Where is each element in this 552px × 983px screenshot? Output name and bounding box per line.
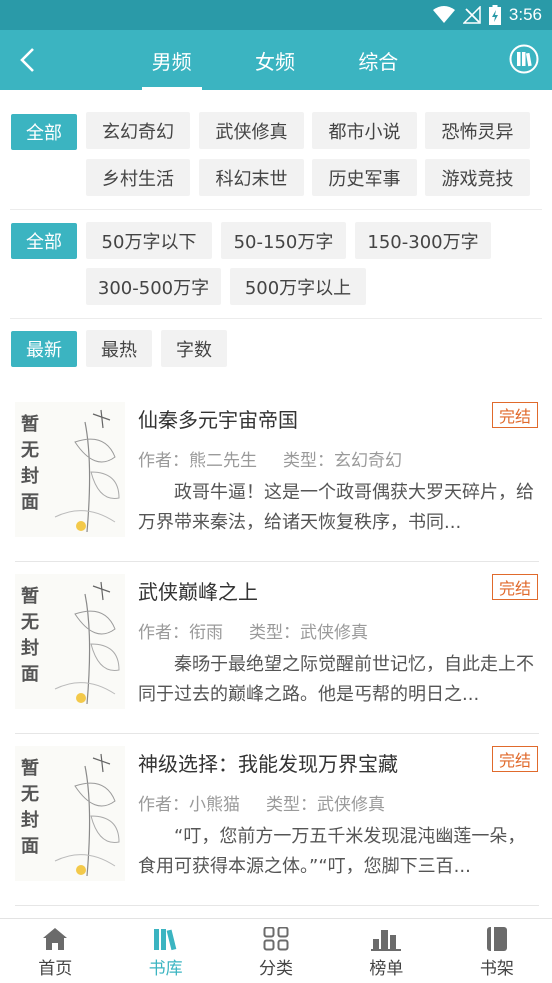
nav-label: 书架 [479,959,514,979]
sort-latest-tag[interactable]: 最新 [11,331,77,367]
sort-filter: 最新 最热 字数 [0,319,552,379]
book-title: 武侠巅峰之上 [138,580,258,604]
nav-home[interactable]: 首页 [0,919,110,983]
category-filter: 全部 玄幻奇幻 武侠修真 都市小说 恐怖灵异 乡村生活 科幻末世 历史军事 游戏… [0,90,552,208]
library-icon [153,929,176,951]
book-author: 作者：衔雨 [138,623,223,643]
category-tag[interactable]: 历史军事 [312,159,417,196]
book-cover: 暂无封面 [15,574,125,709]
book-genre: 类型：玄幻奇幻 [283,451,402,471]
category-tag[interactable]: 都市小说 [312,112,417,149]
book-title: 神级选择：我能发现万界宝藏 [138,752,398,776]
status-badge: 完结 [492,574,538,600]
sort-hottest-tag[interactable]: 最热 [86,330,152,367]
home-icon [43,928,68,950]
wifi-icon [432,6,455,23]
book-meta: 作者：小熊猫 类型：武侠修真 [138,790,385,815]
book-item[interactable]: 暂无封面 仙秦多元宇宙帝国 完结 作者：熊二先生 类型：玄幻奇幻 政哥牛逼！这是一… [0,390,552,562]
books-icon [509,44,539,74]
category-tag[interactable]: 科幻末世 [199,159,304,196]
lotus-illustration [54,581,120,705]
ranking-icon [371,930,402,951]
book-meta: 作者：衔雨 类型：武侠修真 [138,618,368,643]
category-tag[interactable]: 玄幻奇幻 [86,112,190,149]
category-all-tag[interactable]: 全部 [11,114,77,150]
word-count-filter: 全部 50万字以下 50-150万字 150-300万字 300-500万字 5… [0,210,552,318]
book-author: 作者：小熊猫 [138,795,240,815]
book-cover: 暂无封面 [15,746,125,881]
book-description: “叮，您前方一万五千米发现混沌幽莲一朵，食用可获得本源之体。”“叮，您脚下三百.… [138,826,526,877]
lotus-illustration [54,753,120,877]
nav-label: 榜单 [369,959,404,979]
nav-category[interactable]: 分类 [221,919,331,983]
back-button[interactable] [10,42,46,78]
book-meta: 作者：熊二先生 类型：玄幻奇幻 [138,446,402,471]
bookshelf-icon [486,927,507,951]
word-count-all-tag[interactable]: 全部 [11,223,77,259]
status-bar: 3:56 [0,0,552,30]
book-description: 政哥牛逼！这是一个政哥偶获大罗天碎片，给万界带来秦法，给诸天恢复秩序，书同... [138,482,534,533]
nav-label: 分类 [259,959,294,979]
book-genre: 类型：武侠修真 [266,795,385,815]
book-genre: 类型：武侠修真 [249,623,368,643]
word-count-tag[interactable]: 300-500万字 [86,268,221,305]
word-count-tag[interactable]: 50-150万字 [221,222,346,259]
bookshelf-button[interactable] [508,43,540,75]
status-badge: 完结 [492,746,538,772]
tab-male[interactable]: 男频 [120,30,223,90]
nav-label: 书库 [148,959,183,979]
chevron-left-icon [20,48,34,72]
status-icons: 3:56 [432,4,542,26]
no-signal-icon [462,6,481,24]
word-count-tag[interactable]: 500万字以上 [230,268,366,305]
status-badge: 完结 [492,402,538,428]
bottom-nav: 首页 书库 分类 榜单 书架 [0,918,552,983]
divider [15,905,539,906]
book-title: 仙秦多元宇宙帝国 [138,408,298,432]
word-count-tag[interactable]: 150-300万字 [355,222,491,259]
book-description: 秦旸于最绝望之际觉醒前世记忆，自此走上不同于过去的巅峰之路。他是丐帮的明日之..… [138,654,534,705]
battery-charging-icon [488,5,501,25]
book-cover: 暂无封面 [15,402,125,537]
book-item[interactable]: 暂无封面 武侠巅峰之上 完结 作者：衔雨 类型：武侠修真 秦旸于最绝望之际觉醒前世… [0,562,552,734]
sort-word-count-tag[interactable]: 字数 [161,330,227,367]
nav-library[interactable]: 书库 [110,919,220,983]
book-item[interactable]: 暂无封面 神级选择：我能发现万界宝藏 完结 作者：小熊猫 类型：武侠修真 “叮，您… [0,734,552,906]
top-bar: 男频 女频 综合 [0,30,552,90]
category-tag[interactable]: 游戏竞技 [425,159,530,196]
nav-bookshelf[interactable]: 书架 [442,919,552,983]
tab-female[interactable]: 女频 [223,30,326,90]
word-count-tag[interactable]: 50万字以下 [86,222,212,259]
category-tag[interactable]: 武侠修真 [199,112,304,149]
category-tag[interactable]: 乡村生活 [86,159,190,196]
status-time: 3:56 [508,5,542,24]
nav-ranking[interactable]: 榜单 [331,919,441,983]
grid-icon [263,927,289,951]
category-tag[interactable]: 恐怖灵异 [425,112,530,149]
book-author: 作者：熊二先生 [138,451,257,471]
channel-tabs: 男频 女频 综合 [120,30,430,90]
lotus-illustration [54,409,120,533]
tab-general[interactable]: 综合 [327,30,430,90]
nav-label: 首页 [38,959,73,979]
